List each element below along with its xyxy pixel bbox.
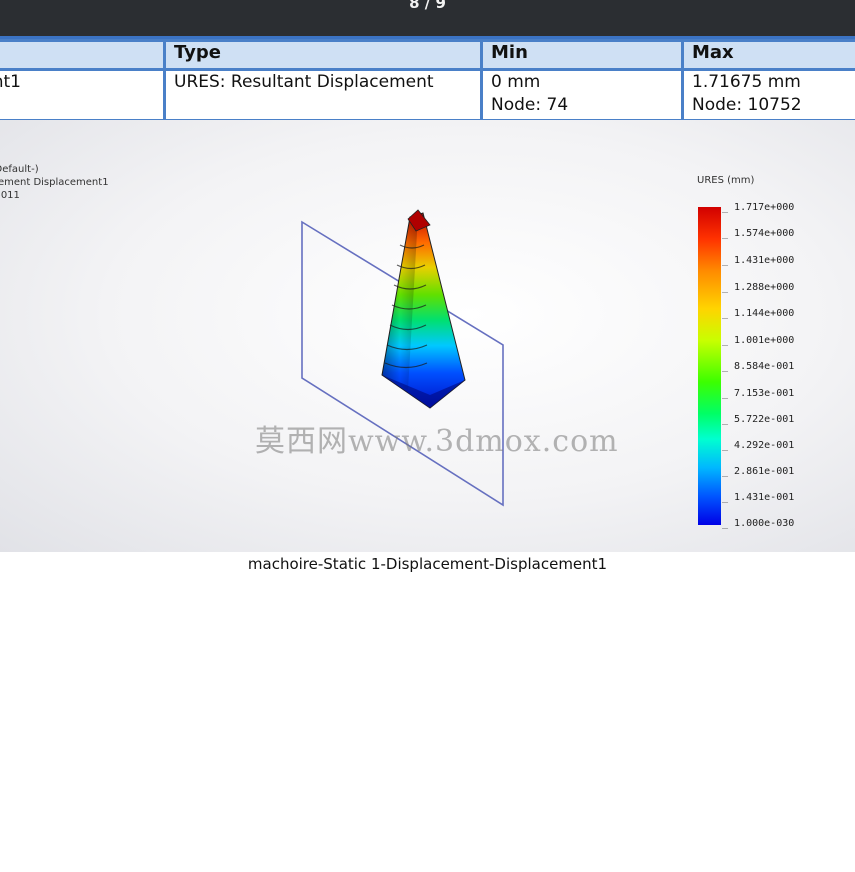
cell-min: 0 mm Node: 74 xyxy=(480,68,684,122)
legend-label: 1.288e+000 xyxy=(722,282,794,293)
result-type: URES: Resultant Displacement xyxy=(174,72,434,92)
header-type: Type xyxy=(163,39,483,71)
legend-label: 1.000e-030 xyxy=(722,518,794,529)
legend-label: 5.722e-001 xyxy=(722,414,794,425)
legend-label: 2.861e-001 xyxy=(722,466,794,477)
legend-label: 1.001e+000 xyxy=(722,335,794,346)
viewer-toolbar: 8 / 9 xyxy=(0,0,855,36)
table-header-row: Type Min Max xyxy=(0,39,855,71)
legend-label: 4.292e-001 xyxy=(722,440,794,451)
table-row: ent1 URES: Resultant Displacement 0 mm N… xyxy=(0,68,855,122)
simulation-plot: hoire c 1(-Default-) splacement Displace… xyxy=(0,120,855,552)
header-name xyxy=(0,39,166,71)
plot-info: hoire c 1(-Default-) splacement Displace… xyxy=(0,150,109,202)
legend-label: 1.144e+000 xyxy=(722,308,794,319)
displacement-model-image xyxy=(301,209,504,507)
cell-name: ent1 xyxy=(0,68,166,122)
plot-info-line: splacement Displacement1 xyxy=(0,177,109,188)
min-node: Node: 74 xyxy=(491,95,569,115)
legend-label: 8.584e-001 xyxy=(722,361,794,372)
results-table: Type Min Max ent1 URES: Resultant Displa… xyxy=(0,39,855,122)
max-value: 1.71675 mm xyxy=(692,72,801,92)
watermark-text: 莫西网www.3dmox.com xyxy=(255,424,619,459)
result-name: ent1 xyxy=(0,72,21,92)
legend-label: 1.431e+000 xyxy=(722,255,794,266)
page-indicator: 8 / 9 xyxy=(409,0,446,12)
header-max: Max xyxy=(681,39,855,71)
legend-label: 1.717e+000 xyxy=(722,202,794,213)
max-node: Node: 10752 xyxy=(692,95,802,115)
legend-label: 7.153e-001 xyxy=(722,388,794,399)
cell-type: URES: Resultant Displacement xyxy=(163,68,483,122)
figure-caption: machoire-Static 1-Displacement-Displacem… xyxy=(0,552,855,572)
min-value: 0 mm xyxy=(491,72,541,92)
legend-title: URES (mm) xyxy=(697,175,755,186)
plot-info-line: : 6.03011 xyxy=(0,190,20,201)
header-min: Min xyxy=(480,39,684,71)
legend-label: 1.574e+000 xyxy=(722,228,794,239)
legend-label: 1.431e-001 xyxy=(722,492,794,503)
cell-max: 1.71675 mm Node: 10752 xyxy=(681,68,855,122)
plot-info-line: c 1(-Default-) xyxy=(0,164,39,175)
plot-info-line: hoire xyxy=(0,150,109,163)
figure-caption-text: machoire-Static 1-Displacement-Displacem… xyxy=(247,555,608,572)
color-scale-bar xyxy=(698,207,721,525)
